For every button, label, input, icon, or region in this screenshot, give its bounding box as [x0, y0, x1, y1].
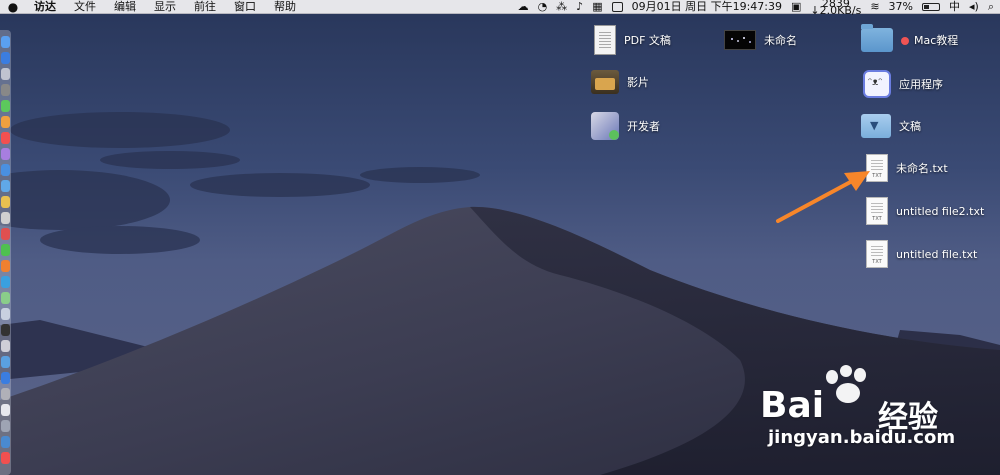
desktop-item-label: PDF 文稿 — [624, 34, 671, 47]
desktop-item-label: 影片 — [627, 76, 649, 89]
app-icon[interactable]: ▣ — [791, 0, 801, 14]
dock-app19-icon[interactable] — [1, 420, 10, 432]
dots-icon[interactable]: ⁂ — [556, 0, 567, 14]
desktop-item-movies[interactable]: 影片 — [591, 70, 649, 94]
desktop-item-untitled[interactable]: 未命名 — [724, 30, 797, 50]
clock-text[interactable]: 09月01日 周日 下午19:47:39 — [632, 0, 782, 14]
desktop-item-developer[interactable]: 开发者 — [591, 112, 660, 140]
dock-photos-icon[interactable] — [1, 116, 10, 128]
dock-app18-icon[interactable] — [1, 404, 10, 416]
menu-edit[interactable]: 编辑 — [114, 0, 136, 14]
baidu-watermark: Bai 经验 jingyan.baidu.com — [760, 365, 995, 470]
desktop-item-mac-tutorial[interactable]: Mac教程 — [861, 24, 958, 52]
wifi-icon[interactable]: ≋ — [870, 0, 879, 14]
dock-app10-icon[interactable] — [1, 276, 10, 288]
documents-folder-icon — [861, 114, 891, 138]
grid-icon[interactable]: ▦ — [592, 0, 602, 14]
dock-app3-icon[interactable] — [1, 164, 10, 176]
dock-app2-icon[interactable] — [1, 148, 10, 160]
menu-finder[interactable]: 访达 — [34, 0, 56, 14]
dock-app9-icon[interactable] — [1, 260, 10, 272]
menu-view[interactable]: 显示 — [154, 0, 176, 14]
desktop-item-label: untitled file.txt — [896, 247, 978, 261]
watermark-brand: Bai — [760, 385, 825, 426]
desktop-item-label: Mac教程 — [901, 32, 958, 48]
search-icon[interactable]: ⌕ — [988, 0, 994, 14]
desktop-item-label: 开发者 — [627, 120, 660, 133]
desktop-item-label: 文稿 — [899, 120, 921, 133]
dock-app20-icon[interactable] — [1, 436, 10, 448]
menu-bar: ● 访达 文件 编辑 显示 前往 窗口 帮助 ☁ ◔ ⁂ ♪ ▦ 09月01日 … — [0, 0, 1000, 17]
network-stats[interactable]: 2839 ↓2.0KB/s — [810, 0, 862, 17]
txt-file-icon: TXT — [866, 240, 888, 268]
desktop-item-label: 未命名 — [764, 34, 797, 47]
calendar-icon[interactable] — [611, 2, 623, 12]
volume-icon[interactable]: ◂) — [969, 0, 979, 14]
dock-app14-icon[interactable] — [1, 340, 10, 352]
dock-safari-icon[interactable] — [1, 52, 10, 64]
dock-app15-icon[interactable] — [1, 356, 10, 368]
desktop-item-applications[interactable]: 应用程序 — [863, 70, 943, 98]
dock-finder-icon[interactable] — [1, 36, 10, 48]
dock-app11-icon[interactable] — [1, 292, 10, 304]
dock-app5-icon[interactable] — [1, 196, 10, 208]
input-method[interactable]: 中 — [949, 0, 960, 14]
dock-app8-icon[interactable] — [1, 244, 10, 256]
ghost-icon[interactable]: ☁ — [518, 0, 529, 14]
dock-app4-icon[interactable] — [1, 180, 10, 192]
network-download: ↓2.0KB/s — [810, 4, 862, 17]
clock-compass-icon[interactable]: ◔ — [538, 0, 548, 14]
dock-app16-icon[interactable] — [1, 372, 10, 384]
desktop-item-untitled-file2[interactable]: TXT untitled file2.txt — [866, 197, 984, 225]
battery-icon[interactable] — [922, 3, 940, 11]
dock-app17-icon[interactable] — [1, 388, 10, 400]
applications-icon — [863, 70, 891, 98]
desktop-item-label: 未命名.txt — [896, 162, 948, 175]
dock-app13-icon[interactable] — [1, 324, 10, 336]
desktop-item-label-text: Mac教程 — [914, 34, 959, 47]
menu-go[interactable]: 前往 — [194, 0, 216, 14]
pdf-document-icon — [594, 25, 616, 55]
paw-logo-icon — [826, 365, 866, 403]
desktop-item-untitled-file[interactable]: TXT untitled file.txt — [866, 240, 977, 268]
watermark-url: jingyan.baidu.com — [768, 427, 956, 448]
dock-app7-icon[interactable] — [1, 228, 10, 240]
dock — [0, 30, 11, 475]
menu-file[interactable]: 文件 — [74, 0, 96, 14]
black-image-icon — [724, 30, 756, 50]
menu-window[interactable]: 窗口 — [234, 0, 256, 14]
tag-dot-red-icon — [901, 37, 909, 45]
folder-icon — [861, 24, 893, 52]
dock-app-icon[interactable] — [1, 84, 10, 96]
battery-percent[interactable]: 37% — [889, 0, 913, 14]
desktop-item-label: 应用程序 — [899, 78, 943, 91]
dock-app21-icon[interactable] — [1, 452, 10, 464]
bell-icon[interactable]: ♪ — [576, 0, 583, 14]
desktop-item-label: untitled file2.txt — [896, 204, 985, 218]
desktop-item-pdf[interactable]: PDF 文稿 — [594, 25, 671, 55]
movies-folder-icon — [591, 70, 619, 94]
dock-calendar-icon[interactable] — [1, 132, 10, 144]
desktop-item-documents[interactable]: 文稿 — [861, 114, 921, 138]
dock-app6-icon[interactable] — [1, 212, 10, 224]
dock-app12-icon[interactable] — [1, 308, 10, 320]
apple-logo-icon[interactable]: ● — [6, 0, 20, 14]
dock-messages-icon[interactable] — [1, 100, 10, 112]
menu-help[interactable]: 帮助 — [274, 0, 296, 14]
dock-launchpad-icon[interactable] — [1, 68, 10, 80]
annotation-arrow — [776, 171, 870, 223]
developer-icon — [591, 112, 619, 140]
